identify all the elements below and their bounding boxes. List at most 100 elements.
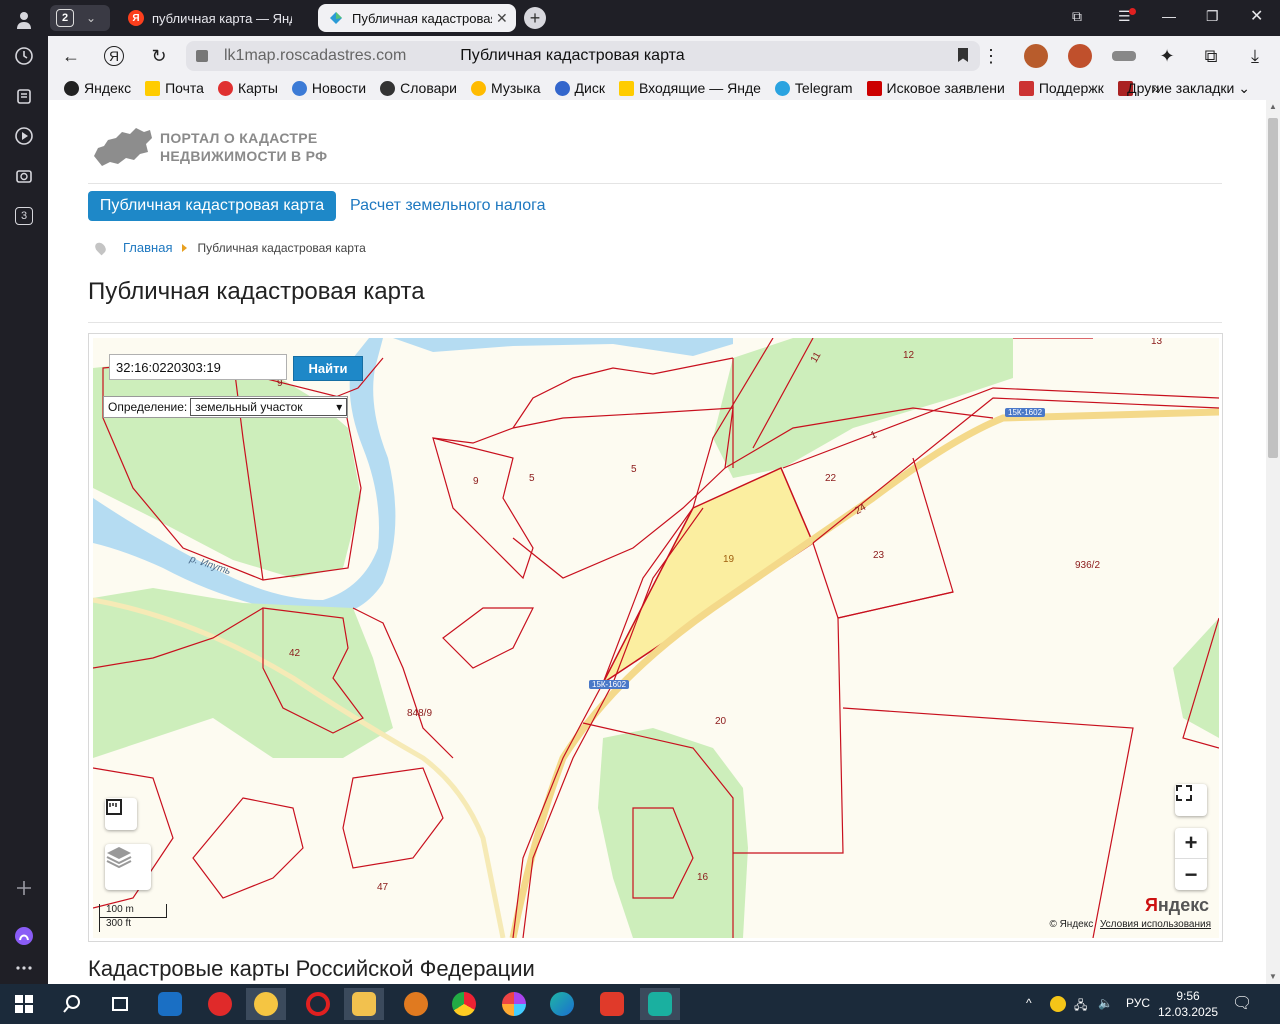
url-page-title: Публичная кадастровая карта [460, 47, 685, 64]
tray-expand-icon[interactable]: ^ [1026, 996, 1032, 1010]
history-icon[interactable] [12, 44, 36, 68]
bookmark-label: Словари [400, 80, 457, 96]
menu-icon[interactable]: ☰ [1118, 8, 1136, 25]
extensions-puzzle-icon[interactable]: ✦ [1156, 45, 1178, 67]
download-icon[interactable]: ⤓ [1244, 45, 1266, 67]
ruler-button[interactable] [105, 798, 137, 830]
parcel-label: 22 [825, 473, 837, 484]
tab-manager-icon[interactable]: ⧉ [1072, 8, 1082, 25]
bookmark-support[interactable]: Поддержк [1018, 80, 1104, 96]
more-dots-icon[interactable] [12, 956, 36, 980]
screenshot-icon[interactable] [12, 164, 36, 188]
url-host: lk1map.roscadastres.com [224, 47, 407, 64]
windows-start-icon[interactable] [4, 988, 44, 1020]
volume-icon[interactable]: 🔈 [1098, 996, 1113, 1010]
downloads-manager-icon[interactable]: ⧉ [1200, 45, 1222, 67]
back-arrow-icon[interactable]: ← [60, 45, 82, 67]
site-logo[interactable]: ПОРТАЛ О КАДАСТРЕ НЕДВИЖИМОСТИ В РФ [92, 126, 327, 168]
bookmark-inbox[interactable]: Входящие — Янде [618, 80, 761, 96]
fullscreen-button[interactable] [1175, 784, 1207, 816]
close-window-icon[interactable]: ✕ [1250, 6, 1263, 26]
add-panel-icon[interactable] [12, 876, 36, 900]
bookmark-lawsuit[interactable]: Исковое заявлени [866, 80, 1005, 96]
scroll-down-icon[interactable]: ▼ [1268, 972, 1278, 982]
clock-time: 9:56 [1176, 989, 1200, 1003]
yandex-browser-icon[interactable] [246, 988, 286, 1020]
network-icon[interactable]: 🖧 [1074, 996, 1087, 1017]
extension-bar-icon[interactable] [1112, 51, 1136, 61]
parcel-label: 42 [289, 648, 301, 659]
bookmark-disk[interactable]: Диск [554, 80, 605, 96]
edge-icon[interactable] [542, 988, 582, 1020]
tab-yandex-search[interactable]: Я публичная карта — Яндекс [118, 4, 314, 32]
app-icon-orange[interactable] [396, 988, 436, 1020]
terms-link[interactable]: Условия использования [1100, 919, 1211, 930]
yandex-home-icon[interactable]: Я [104, 46, 124, 66]
file-explorer-icon[interactable] [344, 988, 384, 1020]
zoom-in-button[interactable]: + [1175, 828, 1207, 859]
reload-icon[interactable]: ↻ [148, 45, 170, 67]
bookmark-yandex[interactable]: Яндекс [64, 80, 131, 96]
app-icon-teal[interactable] [640, 988, 680, 1020]
extension-avatar-icon[interactable] [1024, 44, 1048, 68]
bookmark-dictionaries[interactable]: Словари [380, 80, 457, 96]
layers-button[interactable] [105, 844, 151, 890]
clock[interactable]: 9:56 12.03.2025 [1158, 988, 1218, 1020]
collections-icon[interactable] [12, 84, 36, 108]
mail-icon [618, 80, 634, 96]
nav-cadastral-map[interactable]: Публичная кадастровая карта [88, 191, 336, 221]
bookmark-icon[interactable] [958, 48, 968, 62]
definition-select[interactable]: земельный участок ▾ [190, 398, 348, 416]
address-bar[interactable]: lk1map.roscadastres.com Публичная кадаст… [186, 41, 980, 71]
yandex-logo: Яндекс [1145, 895, 1209, 916]
other-bookmarks-button[interactable]: Другие закладки ⌄ [1127, 80, 1250, 97]
breadcrumb-home[interactable]: Главная [123, 240, 172, 255]
language-indicator[interactable]: РУС [1126, 996, 1150, 1010]
cadastral-number-input[interactable] [109, 354, 287, 380]
cadastral-map[interactable]: 13 12 11 9 9 5 5 22 1 24 19 23 936/2 42 … [93, 338, 1219, 938]
bookmark-label: Почта [165, 80, 204, 96]
app-icon-colorful[interactable] [494, 988, 534, 1020]
bookmark-mail[interactable]: Почта [145, 80, 204, 96]
profile-icon[interactable] [12, 8, 36, 32]
opera-icon[interactable] [298, 988, 338, 1020]
bookmark-news[interactable]: Новости [291, 80, 366, 96]
wps-office-icon[interactable] [592, 988, 632, 1020]
breadcrumb-arrow-icon [182, 243, 188, 252]
find-button[interactable]: Найти [293, 356, 363, 381]
more-vertical-icon[interactable]: ⋮ [980, 45, 1002, 67]
notifications-icon[interactable]: 🗨 [1232, 993, 1252, 1013]
play-icon[interactable] [12, 124, 36, 148]
nav-land-tax[interactable]: Расчет земельного налога [350, 197, 546, 215]
yandex-app-icon[interactable] [200, 988, 240, 1020]
task-view-icon[interactable] [100, 988, 140, 1020]
tray-app-icon[interactable] [1050, 996, 1066, 1012]
page-scrollbar[interactable]: ▲ ▼ [1266, 100, 1280, 984]
minimize-icon[interactable]: — [1162, 8, 1176, 24]
alice-assistant-icon[interactable] [12, 924, 36, 948]
parcel-label: 936/2 [1075, 560, 1101, 571]
layers-icon [106, 847, 132, 869]
bookmark-label: Карты [237, 80, 278, 96]
chrome-icon[interactable] [444, 988, 484, 1020]
yandex-logo-first: Я [1144, 895, 1158, 915]
bookmark-telegram[interactable]: Telegram [774, 80, 853, 96]
scroll-thumb[interactable] [1268, 118, 1278, 458]
tab-group-counter[interactable]: 2 ⌄ [50, 5, 110, 31]
forest-bottom [598, 728, 748, 938]
divider [88, 322, 1222, 323]
restore-icon[interactable]: ❐ [1206, 8, 1219, 25]
extension-avatar-icon-2[interactable] [1068, 44, 1092, 68]
browser-sidebar: 3 [0, 0, 48, 984]
outlook-icon[interactable] [150, 988, 190, 1020]
search-icon[interactable] [52, 988, 92, 1020]
new-tab-button[interactable]: + [524, 7, 546, 29]
bookmark-maps[interactable]: Карты [217, 80, 278, 96]
scroll-up-icon[interactable]: ▲ [1268, 102, 1278, 112]
bookmark-music[interactable]: Музыка [471, 80, 541, 96]
close-tab-icon[interactable]: ✕ [496, 10, 508, 27]
zoom-out-button[interactable]: − [1175, 859, 1207, 890]
selected-parcel-19 [601, 466, 814, 686]
counter-badge-icon[interactable]: 3 [12, 204, 36, 228]
tab-cadastral-map[interactable]: Публичная кадастровая ✕ [318, 4, 516, 32]
